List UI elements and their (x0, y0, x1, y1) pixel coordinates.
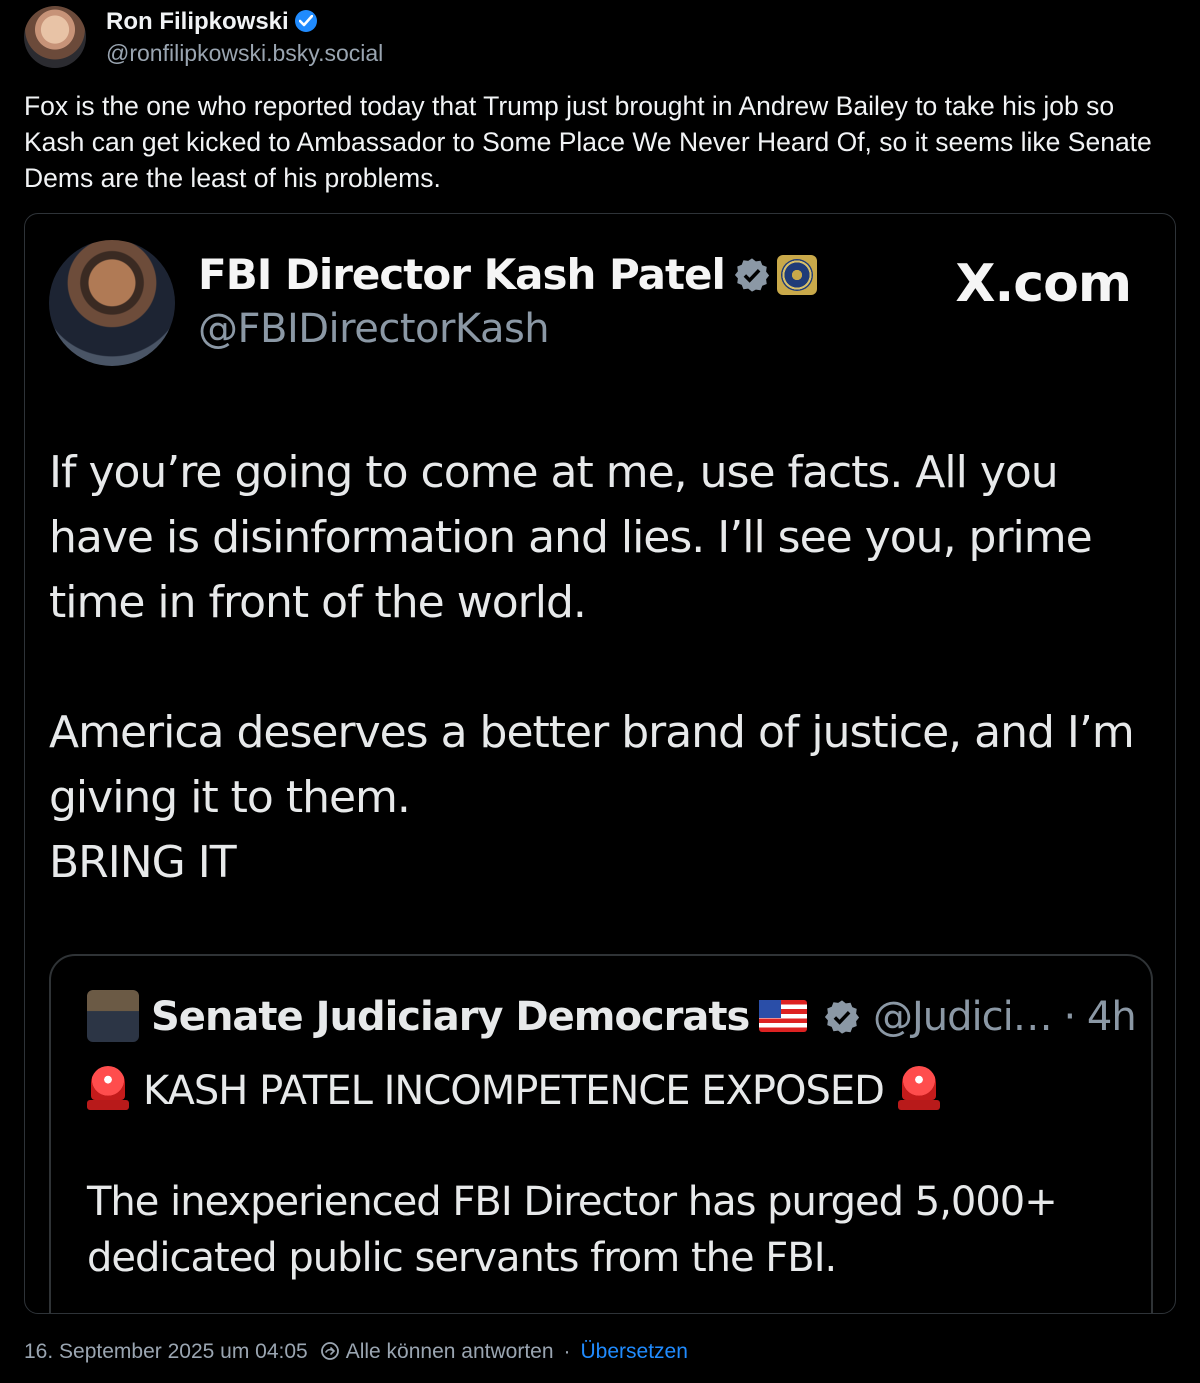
fbi-seal-icon (776, 255, 817, 295)
embed-body-line: If you’re going to come at me, use facts… (49, 447, 1093, 628)
author-avatar[interactable] (24, 6, 86, 68)
quote-author-avatar (87, 990, 139, 1042)
quote-body: The inexperienced FBI Director has purge… (87, 1179, 1058, 1281)
quote-headline: KASH PATEL INCOMPETENCE EXPOSED (143, 1068, 885, 1114)
us-flag-emoji-icon (759, 1000, 808, 1032)
quote-headline-row: KASH PATEL INCOMPETENCE EXPOSED (87, 1064, 954, 1114)
quote-time: · 4h (1063, 994, 1136, 1040)
embed-author-name: FBI Director Kash Patel (198, 250, 726, 299)
post-meta: 16. September 2025 um 04:05 Alle können a… (24, 1340, 688, 1364)
quote-header: Senate Judiciary Democrats @Judici… · 4h (151, 994, 1137, 1040)
embed-author-handle: @FBIDirectorKash (198, 306, 550, 352)
author-handle[interactable]: @ronfilipkowski.bsky.social (106, 40, 383, 67)
author-name-row: Ron Filipkowski (106, 8, 317, 36)
embed-author-avatar (49, 240, 175, 366)
embed-body-line: America deserves a better brand of justi… (49, 707, 1135, 823)
reply-setting-label[interactable]: Alle können antworten (346, 1340, 554, 1363)
quote-author-handle: @Judici… (873, 994, 1053, 1040)
reply-setting-icon (320, 1342, 339, 1360)
verified-icon (734, 258, 770, 292)
post-text: Fox is the one who reported today that T… (24, 91, 1152, 193)
verified-icon (294, 10, 317, 32)
x-site-label: X.com (955, 254, 1132, 314)
translate-link[interactable]: Übersetzen (581, 1340, 688, 1363)
meta-separator: · (563, 1340, 571, 1363)
quoted-post: Senate Judiciary Democrats @Judici… · 4h… (49, 954, 1153, 1313)
verified-icon (825, 1000, 860, 1034)
post-timestamp[interactable]: 16. September 2025 um 04:05 (24, 1340, 308, 1363)
author-name[interactable]: Ron Filipkowski (106, 8, 289, 35)
embedded-image[interactable]: FBI Director Kash Patel @FBIDirectorKash… (24, 213, 1176, 1314)
siren-emoji-icon (87, 1064, 129, 1112)
quote-author-name: Senate Judiciary Democrats (151, 994, 750, 1040)
embed-body-line: BRING IT (49, 837, 237, 888)
siren-emoji-icon (897, 1064, 940, 1112)
post: Ron Filipkowski @ronfilipkowski.bsky.soc… (0, 0, 1200, 1383)
embed-body: If you’re going to come at me, use facts… (49, 440, 1159, 895)
embed-author-name-row: FBI Director Kash Patel (198, 250, 817, 299)
